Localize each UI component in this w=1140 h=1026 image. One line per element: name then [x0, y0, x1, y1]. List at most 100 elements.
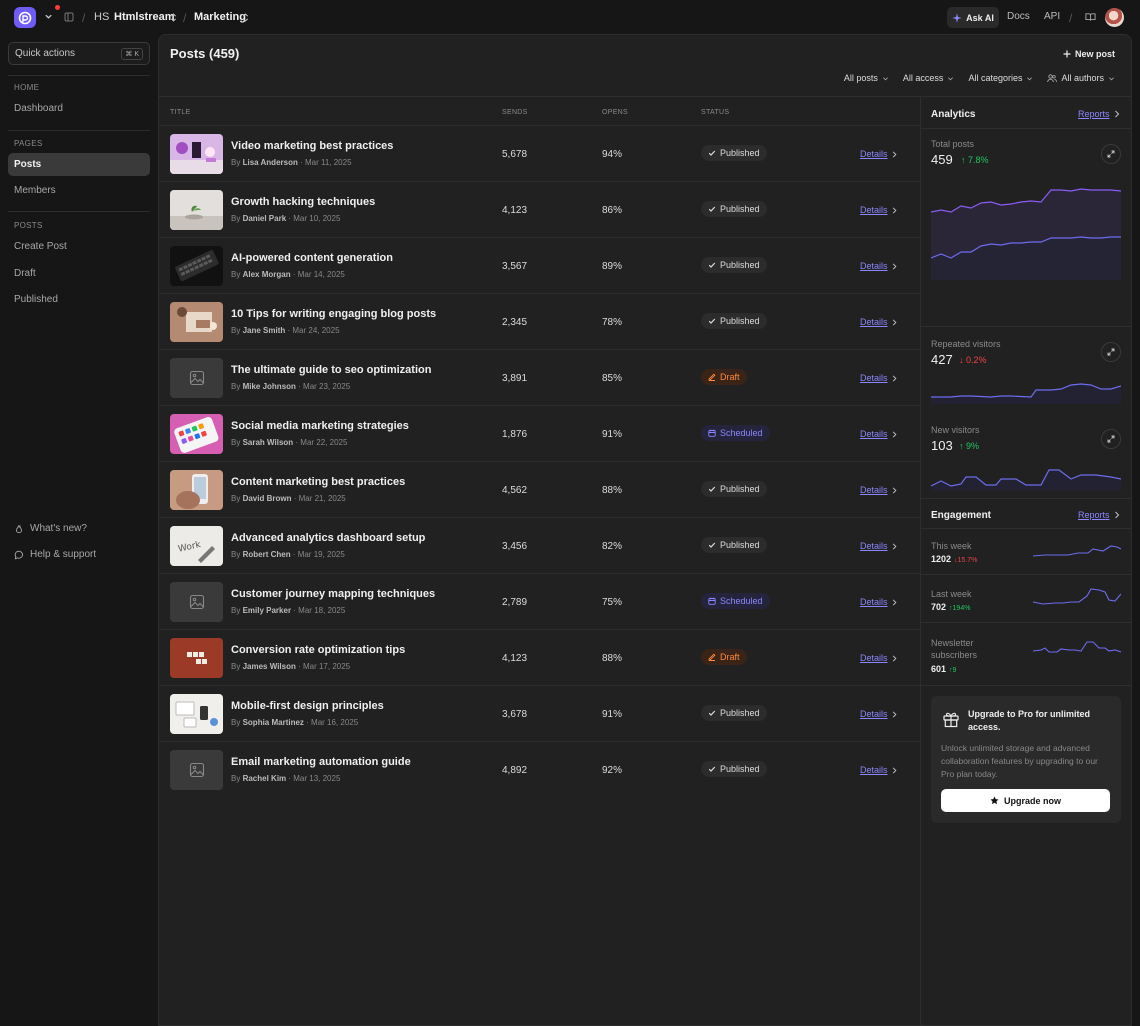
sidebar-item-label: Dashboard [14, 103, 63, 114]
expand-icon[interactable] [1101, 144, 1121, 164]
post-opens: 78% [602, 317, 623, 328]
sidebar-item-label: Published [14, 294, 58, 305]
details-link[interactable]: Details [860, 597, 897, 607]
post-thumbnail[interactable] [170, 190, 223, 230]
ask-ai-button[interactable]: Ask AI [947, 7, 999, 28]
post-title[interactable]: Video marketing best practices [231, 140, 393, 152]
table-row[interactable]: Email marketing automation guide By Rach… [159, 741, 920, 797]
sidebar-item-dashboard[interactable]: Dashboard [8, 97, 150, 120]
sidebar-item-members[interactable]: Members [8, 179, 150, 202]
post-thumbnail[interactable] [170, 358, 223, 398]
column-header-opens[interactable]: OPENS [602, 109, 628, 116]
table-row[interactable]: AI-powered content generation By Alex Mo… [159, 237, 920, 293]
expand-icon[interactable] [1101, 342, 1121, 362]
chevron-down-icon[interactable] [44, 12, 53, 21]
post-title[interactable]: Social media marketing strategies [231, 420, 409, 432]
engagement-delta: ↑194% [949, 605, 971, 612]
post-thumbnail[interactable] [170, 582, 223, 622]
org-switcher[interactable]: Htmlstream [114, 11, 175, 23]
post-title[interactable]: Email marketing automation guide [231, 756, 411, 768]
details-link[interactable]: Details [860, 205, 897, 215]
post-title[interactable]: Advanced analytics dashboard setup [231, 532, 425, 544]
analytics-reports-link[interactable]: Reports [1078, 109, 1120, 119]
details-link[interactable]: Details [860, 765, 897, 775]
filter-label: All access [902, 73, 944, 83]
api-link[interactable]: API [1044, 11, 1060, 22]
post-date: Mar 22, 2025 [300, 438, 348, 447]
post-thumbnail[interactable]: Work [170, 526, 223, 566]
chevron-updown-icon[interactable] [170, 13, 177, 22]
details-link[interactable]: Details [860, 149, 897, 159]
details-link[interactable]: Details [860, 261, 897, 271]
post-title[interactable]: Customer journey mapping techniques [231, 588, 435, 600]
details-link[interactable]: Details [860, 429, 897, 439]
details-link[interactable]: Details [860, 709, 897, 719]
sidebar-item-draft[interactable]: Draft [8, 262, 150, 285]
post-thumbnail[interactable] [170, 694, 223, 734]
chevron-updown-icon[interactable] [242, 13, 249, 22]
post-thumbnail[interactable] [170, 134, 223, 174]
table-row[interactable]: The ultimate guide to seo optimization B… [159, 349, 920, 405]
post-title[interactable]: 10 Tips for writing engaging blog posts [231, 308, 436, 320]
last-week-sparkline [1033, 588, 1121, 605]
details-link[interactable]: Details [860, 653, 897, 663]
post-title[interactable]: AI-powered content generation [231, 252, 393, 264]
sidebar-item-create-post[interactable]: Create Post [8, 235, 150, 258]
filter-all-posts[interactable]: All posts [844, 73, 889, 83]
post-title[interactable]: Mobile-first design principles [231, 700, 384, 712]
analytics-title: Analytics [931, 109, 976, 120]
column-header-status[interactable]: STATUS [701, 109, 729, 116]
post-thumbnail[interactable] [170, 414, 223, 454]
filter-all-authors[interactable]: All authors [1047, 73, 1115, 83]
post-title[interactable]: Conversion rate optimization tips [231, 644, 405, 656]
table-row[interactable]: Social media marketing strategies By Sar… [159, 405, 920, 461]
by-label: By [231, 774, 241, 783]
engagement-reports-link[interactable]: Reports [1078, 510, 1120, 520]
filter-all-categories[interactable]: All categories [968, 73, 1033, 83]
table-row[interactable]: Video marketing best practices By Lisa A… [159, 125, 920, 181]
sidebar-item-posts[interactable]: Posts [8, 153, 150, 176]
table-row[interactable]: Mobile-first design principles By Sophia… [159, 685, 920, 741]
book-icon[interactable] [1085, 12, 1096, 22]
expand-icon[interactable] [1101, 429, 1121, 449]
upgrade-now-button[interactable]: Upgrade now [941, 789, 1110, 812]
post-title[interactable]: The ultimate guide to seo optimization [231, 364, 431, 376]
table-row[interactable]: Conversion rate optimization tips By Jam… [159, 629, 920, 685]
post-thumbnail[interactable] [170, 470, 223, 510]
post-meta: By Lisa Anderson · Mar 11, 2025 [231, 158, 352, 167]
details-link[interactable]: Details [860, 485, 897, 495]
post-title[interactable]: Content marketing best practices [231, 476, 405, 488]
table-row[interactable]: 10 Tips for writing engaging blog posts … [159, 293, 920, 349]
table-row[interactable]: Customer journey mapping techniques By E… [159, 573, 920, 629]
details-link[interactable]: Details [860, 317, 897, 327]
table-row[interactable]: Work Advanced analytics dashboard setup … [159, 517, 920, 573]
quick-actions-button[interactable]: Quick actions ⌘ K [8, 42, 150, 65]
app-logo[interactable] [14, 7, 36, 28]
whats-new-link[interactable]: What's new? [8, 517, 150, 540]
sidebar-toggle-icon[interactable] [64, 12, 74, 22]
sidebar-item-published[interactable]: Published [8, 288, 150, 311]
post-opens: 91% [602, 429, 623, 440]
details-link[interactable]: Details [860, 541, 897, 551]
details-link[interactable]: Details [860, 373, 897, 383]
column-header-sends[interactable]: SENDS [502, 109, 528, 116]
post-thumbnail[interactable] [170, 246, 223, 286]
docs-link[interactable]: Docs [1007, 11, 1030, 22]
post-sends: 4,123 [502, 653, 528, 664]
post-thumbnail[interactable] [170, 638, 223, 678]
new-post-button[interactable]: New post [1063, 49, 1115, 59]
post-title[interactable]: Growth hacking techniques [231, 196, 375, 208]
user-avatar[interactable] [1105, 8, 1124, 27]
repeated-visitors-chart [931, 383, 1121, 404]
status-badge: Published [701, 145, 767, 161]
column-header-title[interactable]: TITLE [170, 109, 191, 116]
post-meta: By Rachel Kim · Mar 13, 2025 [231, 774, 341, 783]
post-thumbnail[interactable] [170, 302, 223, 342]
help-support-link[interactable]: Help & support [8, 543, 150, 566]
table-row[interactable]: Growth hacking techniques By Daniel Park… [159, 181, 920, 237]
status-label: Published [720, 316, 760, 326]
table-row[interactable]: Content marketing best practices By Davi… [159, 461, 920, 517]
project-switcher[interactable]: Marketing [194, 11, 246, 23]
post-thumbnail[interactable] [170, 750, 223, 790]
filter-all-access[interactable]: All access [903, 73, 955, 83]
